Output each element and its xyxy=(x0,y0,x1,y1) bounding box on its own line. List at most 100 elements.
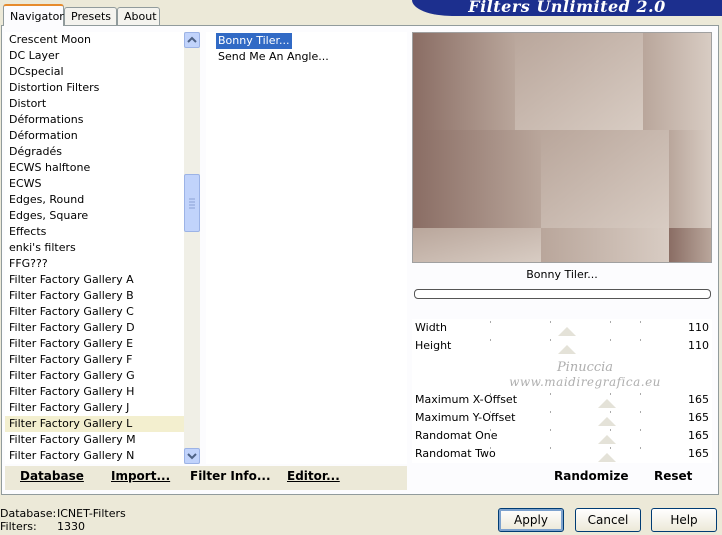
database-button[interactable]: Database xyxy=(20,469,84,483)
status-filters-value: 1330 xyxy=(57,520,85,533)
progress-bar xyxy=(414,289,711,299)
slider-thumb[interactable] xyxy=(558,345,577,354)
param-label: Randomat One xyxy=(415,429,498,442)
category-item[interactable]: Filter Factory Gallery D xyxy=(5,320,184,336)
apply-button[interactable]: Apply xyxy=(498,508,564,532)
category-item[interactable]: Filter Factory Gallery N xyxy=(5,448,184,464)
slider-thumb[interactable] xyxy=(558,327,577,336)
slider-thumb[interactable] xyxy=(598,453,616,462)
category-item[interactable]: Effects xyxy=(5,224,184,240)
slider-thumb[interactable] xyxy=(598,435,616,444)
preview-panel xyxy=(412,32,712,263)
category-item[interactable]: Filter Factory Gallery M xyxy=(5,432,184,448)
slider-tick xyxy=(640,429,641,431)
cancel-button[interactable]: Cancel xyxy=(575,508,641,532)
slider-tick xyxy=(550,411,551,413)
filter-list[interactable]: Bonny Tiler... Send Me An Angle... xyxy=(206,32,407,464)
filter-info-button[interactable]: Filter Info... xyxy=(190,469,271,483)
slider-tick xyxy=(490,321,491,323)
param-slider[interactable] xyxy=(490,337,670,355)
param-slider[interactable] xyxy=(490,409,670,427)
param-label: Height xyxy=(415,339,452,352)
import-button[interactable]: Import... xyxy=(111,469,170,483)
category-item[interactable]: Filter Factory Gallery F xyxy=(5,352,184,368)
category-list[interactable]: Crescent Moon DC Layer DCspecial Distortion… xyxy=(5,32,184,464)
param-slider[interactable] xyxy=(490,391,670,409)
preview-tile xyxy=(541,228,669,262)
category-item[interactable]: Filter Factory Gallery E xyxy=(5,336,184,352)
category-item[interactable]: Distortion Filters xyxy=(5,80,184,96)
slider-tick xyxy=(640,339,641,341)
watermark-line1: Pinuccia xyxy=(556,360,614,375)
category-item[interactable]: Dégradés xyxy=(5,144,184,160)
slider-thumb[interactable] xyxy=(598,399,616,408)
param-row: Randomat Two 165 xyxy=(412,445,712,463)
category-item[interactable]: Filter Factory Gallery B xyxy=(5,288,184,304)
category-item[interactable]: Déformation xyxy=(5,128,184,144)
category-item[interactable]: enki's filters xyxy=(5,240,184,256)
preview-tile xyxy=(413,33,515,130)
category-item[interactable]: Filter Factory Gallery G xyxy=(5,368,184,384)
category-item[interactable]: Edges, Square xyxy=(5,208,184,224)
slider-tick xyxy=(640,411,641,413)
tab-about[interactable]: About xyxy=(117,7,160,25)
scroll-thumb[interactable] xyxy=(184,174,200,232)
param-value: 165 xyxy=(688,411,709,424)
param-slider[interactable] xyxy=(490,427,670,445)
slider-tick xyxy=(550,447,551,449)
watermark-line2: www.maidiregrafica.eu xyxy=(509,375,661,389)
category-item[interactable]: Filter Factory Gallery C xyxy=(5,304,184,320)
preview-tile xyxy=(413,130,541,228)
category-item[interactable]: ECWS halftone xyxy=(5,160,184,176)
scroll-down-button[interactable] xyxy=(184,448,200,464)
preview-tile xyxy=(669,130,711,228)
tab-presets[interactable]: Presets xyxy=(64,7,117,25)
category-item[interactable]: Filter Factory Gallery J xyxy=(5,400,184,416)
editor-button[interactable]: Editor... xyxy=(287,469,340,483)
help-button[interactable]: Help xyxy=(651,508,717,532)
category-item[interactable]: Filter Factory Gallery A xyxy=(5,272,184,288)
status-database-value: ICNET-Filters xyxy=(57,507,126,520)
param-slider[interactable] xyxy=(490,445,670,463)
preview-tile xyxy=(669,228,711,262)
reset-button[interactable]: Reset xyxy=(654,469,692,483)
slider-tick xyxy=(640,447,641,449)
category-item[interactable]: DC Layer xyxy=(5,48,184,64)
category-item[interactable]: Distort xyxy=(5,96,184,112)
param-value: 165 xyxy=(688,447,709,460)
param-row: Randomat One 165 xyxy=(412,427,712,445)
category-item[interactable]: Edges, Round xyxy=(5,192,184,208)
preview-filter-name: Bonny Tiler... xyxy=(526,268,598,281)
category-item[interactable]: Crescent Moon xyxy=(5,32,184,48)
category-scrollbar[interactable] xyxy=(184,32,200,464)
slider-tick xyxy=(490,339,491,341)
slider-tick xyxy=(490,447,491,449)
category-item[interactable]: Filter Factory Gallery H xyxy=(5,384,184,400)
slider-tick xyxy=(610,411,611,413)
filter-item[interactable]: Send Me An Angle... xyxy=(216,49,331,65)
slider-thumb[interactable] xyxy=(598,417,616,426)
slider-tick xyxy=(550,393,551,395)
slider-tick xyxy=(610,321,611,323)
param-row: Height 110 xyxy=(412,337,712,355)
category-item[interactable]: DCspecial xyxy=(5,64,184,80)
app-title: Filters Unlimited 2.0 xyxy=(412,0,722,16)
slider-tick xyxy=(490,411,491,413)
param-slider[interactable] xyxy=(490,319,670,337)
randomize-button[interactable]: Randomize xyxy=(554,469,628,483)
grip-icon xyxy=(189,198,195,209)
status-database-label: Database: xyxy=(0,507,57,520)
category-item[interactable]: FFG??? xyxy=(5,256,184,272)
preview-tile xyxy=(413,228,541,262)
scroll-up-button[interactable] xyxy=(184,32,200,48)
category-item[interactable]: Déformations xyxy=(5,112,184,128)
slider-tick xyxy=(610,429,611,431)
filter-item[interactable]: Bonny Tiler... xyxy=(216,33,292,49)
category-item[interactable]: ECWS xyxy=(5,176,184,192)
watermark: Pinuccia www.maidiregrafica.eu xyxy=(500,360,670,389)
slider-tick xyxy=(610,339,611,341)
tab-navigator[interactable]: Navigator xyxy=(3,4,64,26)
slider-tick xyxy=(550,429,551,431)
category-item[interactable]: Filter Factory Gallery L xyxy=(5,416,184,432)
slider-tick xyxy=(610,447,611,449)
